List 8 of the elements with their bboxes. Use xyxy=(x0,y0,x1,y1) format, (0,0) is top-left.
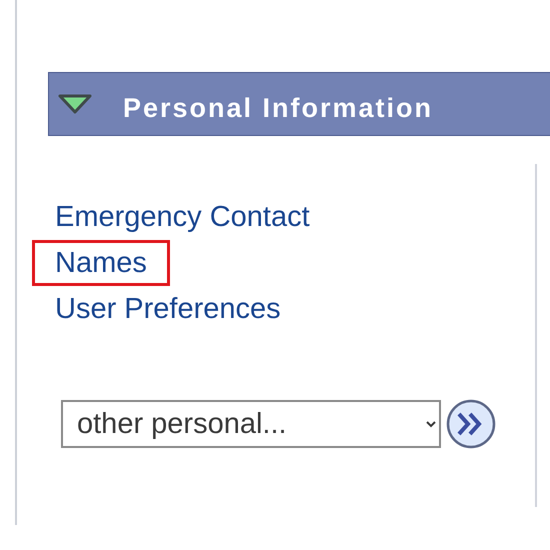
nav-link[interactable]: Names xyxy=(32,240,170,286)
personal-dropdown[interactable]: other personal... xyxy=(61,400,441,448)
go-button[interactable] xyxy=(445,398,497,450)
nav-link[interactable]: User Preferences xyxy=(32,286,304,332)
nav-link[interactable]: Emergency Contact xyxy=(32,194,333,240)
double-chevron-icon xyxy=(445,398,497,450)
expand-triangle-icon[interactable] xyxy=(57,93,93,115)
panel-title: Personal Information xyxy=(123,92,434,125)
